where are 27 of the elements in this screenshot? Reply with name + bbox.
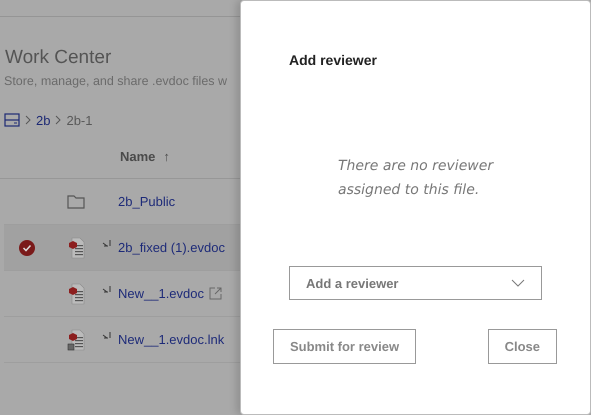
file-name-link[interactable]: New__1.evdoc — [118, 286, 204, 301]
check-circle-icon[interactable] — [19, 240, 35, 256]
document-icon — [67, 282, 85, 304]
dialog-title: Add reviewer — [289, 52, 378, 68]
reviewer-select[interactable]: Add a reviewer — [289, 266, 542, 300]
submit-button[interactable]: Submit for review — [273, 329, 416, 364]
chevron-right-icon — [25, 115, 31, 125]
file-name-link[interactable]: 2b_Public — [118, 194, 176, 209]
empty-message: There are no reviewer assigned to this file. — [338, 157, 495, 200]
drive-icon[interactable] — [4, 113, 20, 127]
file-name-link[interactable]: New__1.evdoc.lnk — [118, 332, 224, 347]
page-title: Work Center — [5, 47, 112, 69]
file-row[interactable]: New__1.evdoc — [4, 271, 240, 317]
file-name-link[interactable]: 2b_fixed (1).evdoc — [118, 240, 225, 255]
folder-icon — [67, 194, 85, 209]
breadcrumb-link[interactable]: 2b-1 — [66, 112, 92, 128]
file-row[interactable]: 2b_fixed (1).evdoc — [4, 225, 240, 271]
breadcrumb-link[interactable]: 2b — [36, 112, 50, 128]
sort-arrow[interactable]: ↑ — [163, 148, 170, 164]
close-button[interactable]: Close — [488, 329, 557, 364]
column-header[interactable]: Name — [120, 148, 156, 164]
file-row[interactable]: New__1.evdoc.lnk — [4, 317, 240, 363]
chevron-down-icon — [511, 279, 525, 287]
document-shortcut-icon — [67, 328, 85, 350]
chevron-right-icon — [55, 115, 62, 125]
page-subtitle: Store, manage, and share .evdoc files w — [4, 74, 228, 88]
document-icon — [67, 236, 85, 258]
